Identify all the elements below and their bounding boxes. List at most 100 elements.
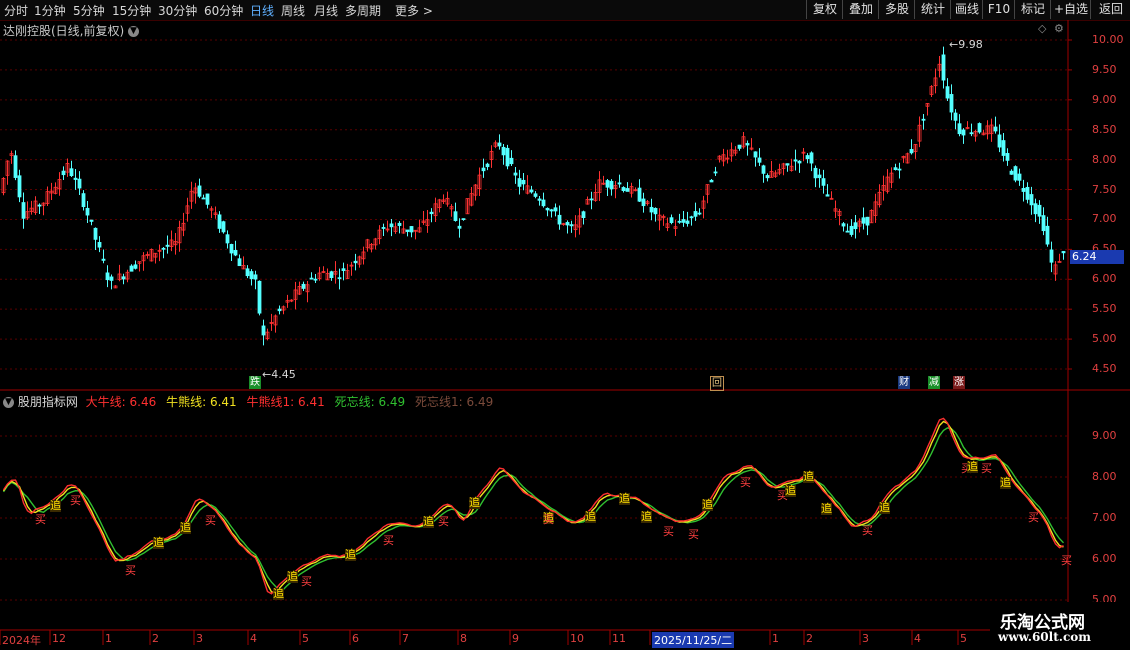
- candle-body: [381, 227, 386, 229]
- candle-body: [961, 129, 966, 136]
- y-tick-label: 9.00: [1092, 429, 1117, 442]
- candle-body: [453, 211, 458, 221]
- chase-signal: 追: [702, 497, 713, 511]
- candle-body: [757, 157, 762, 163]
- candle-body: [81, 193, 86, 208]
- x-tick-label: 2024年: [2, 634, 41, 647]
- candle-body: [457, 225, 462, 229]
- candle-body: [337, 277, 342, 280]
- candle-body: [753, 151, 758, 158]
- candle-body: [861, 217, 866, 224]
- y-tick-label: 9.50: [1092, 62, 1117, 76]
- buy-signal: 买: [981, 461, 992, 475]
- x-tick-label: 5: [960, 632, 967, 645]
- candle-body: [793, 159, 798, 162]
- candle-body: [233, 250, 238, 256]
- candle-body: [825, 194, 830, 197]
- candle-body: [693, 211, 698, 217]
- candle-body: [1061, 251, 1066, 254]
- buy-signal: 买: [383, 534, 394, 548]
- chase-signal: 追: [803, 469, 814, 483]
- candle-body: [669, 217, 674, 223]
- y-tick-label: 8.00: [1092, 470, 1117, 483]
- y-tick-label: 10.00: [1092, 33, 1124, 46]
- legend-big-bull-name: 大牛线:: [85, 395, 126, 409]
- candle-body: [865, 216, 870, 226]
- candle-body: [945, 86, 950, 99]
- legend-death-1-name: 死忘线1:: [415, 395, 463, 409]
- candle-body: [497, 142, 502, 147]
- event-tag-drop[interactable]: 跌: [249, 376, 261, 389]
- x-tick-label: 1: [105, 632, 112, 645]
- low-price-value: 4.45: [271, 368, 296, 381]
- candle-body: [505, 147, 510, 167]
- y-tick-label: 5.00: [1092, 332, 1117, 346]
- candle-body: [105, 272, 110, 281]
- candle-body: [97, 242, 102, 248]
- candle-body: [329, 271, 334, 279]
- candle-body: [993, 126, 998, 132]
- candle-body: [217, 214, 222, 229]
- legend-death-1-value: 6.49: [466, 395, 494, 409]
- candle-body: [1049, 249, 1054, 263]
- candle-body: [853, 222, 858, 230]
- legend-death-1: 死忘线1: 6.49: [415, 395, 493, 409]
- legend-big-bull: 大牛线: 6.46: [86, 395, 157, 409]
- candle-body: [949, 94, 954, 113]
- event-tag-rise[interactable]: 涨: [953, 376, 965, 389]
- legend-bull-bear-1-name: 牛熊线1:: [246, 395, 295, 409]
- candle-body: [737, 144, 742, 149]
- candle-body: [405, 229, 410, 232]
- chevron-down-icon[interactable]: ▼: [128, 26, 140, 37]
- candle-body: [521, 179, 526, 185]
- event-tag-return[interactable]: 回: [710, 376, 724, 391]
- candle-body: [565, 222, 570, 226]
- candle-body: [533, 193, 538, 197]
- gear-icon[interactable]: ⚙: [1054, 22, 1064, 35]
- legend-death: 死忘线: 6.49: [335, 395, 406, 409]
- event-tag-reduce[interactable]: 减: [928, 376, 940, 389]
- candle-body: [129, 265, 134, 272]
- candle-body: [225, 234, 230, 244]
- legend-bull-bear-name: 牛熊线:: [166, 395, 207, 409]
- candle-body: [997, 134, 1002, 148]
- chase-signal: 追: [821, 501, 832, 515]
- candle-body: [545, 207, 550, 211]
- buy-signal: 买: [543, 513, 554, 527]
- candle-body: [229, 244, 234, 254]
- y-tick-label: 7.00: [1092, 212, 1117, 226]
- candle-body: [1013, 166, 1018, 181]
- chevron-down-icon[interactable]: ▼: [3, 397, 14, 408]
- candle-body: [165, 244, 170, 247]
- chase-signal: 追: [585, 509, 596, 523]
- buy-signal: 买: [438, 514, 449, 528]
- candle-body: [1001, 140, 1006, 156]
- candle-body: [557, 214, 562, 225]
- x-tick-label: 2025/11/25/二: [652, 632, 735, 648]
- legend-bull-bear-1-value: 6.41: [298, 395, 325, 409]
- candle-body: [509, 157, 514, 165]
- candle-body: [13, 155, 18, 178]
- candle-body: [681, 219, 686, 223]
- candle-body: [249, 271, 254, 280]
- candle-body: [745, 143, 750, 146]
- buy-signal: 买: [1028, 510, 1039, 524]
- main-panel-title-row: 达刚控股(日线,前复权) ▼: [3, 22, 140, 39]
- diamond-icon[interactable]: ◇: [1038, 22, 1046, 35]
- y-tick-label: 4.50: [1092, 362, 1117, 375]
- candle-body: [85, 207, 90, 216]
- legend-bull-bear-1: 牛熊线1: 6.41: [247, 395, 325, 409]
- candle-body: [309, 277, 314, 280]
- y-tick-label: 9.00: [1092, 92, 1117, 106]
- candle-body: [813, 167, 818, 179]
- stock-chart[interactable]: [0, 0, 1130, 650]
- candle-body: [609, 180, 614, 190]
- candle-body: [529, 189, 534, 193]
- candle-body: [605, 180, 610, 188]
- x-tick-label: 8: [460, 632, 467, 645]
- x-tick-label: 2: [806, 632, 813, 645]
- buy-signal: 买: [862, 524, 873, 538]
- event-tag-finance[interactable]: 财: [898, 376, 910, 389]
- big-bull-line: [2, 417, 1064, 595]
- candle-body: [205, 193, 210, 205]
